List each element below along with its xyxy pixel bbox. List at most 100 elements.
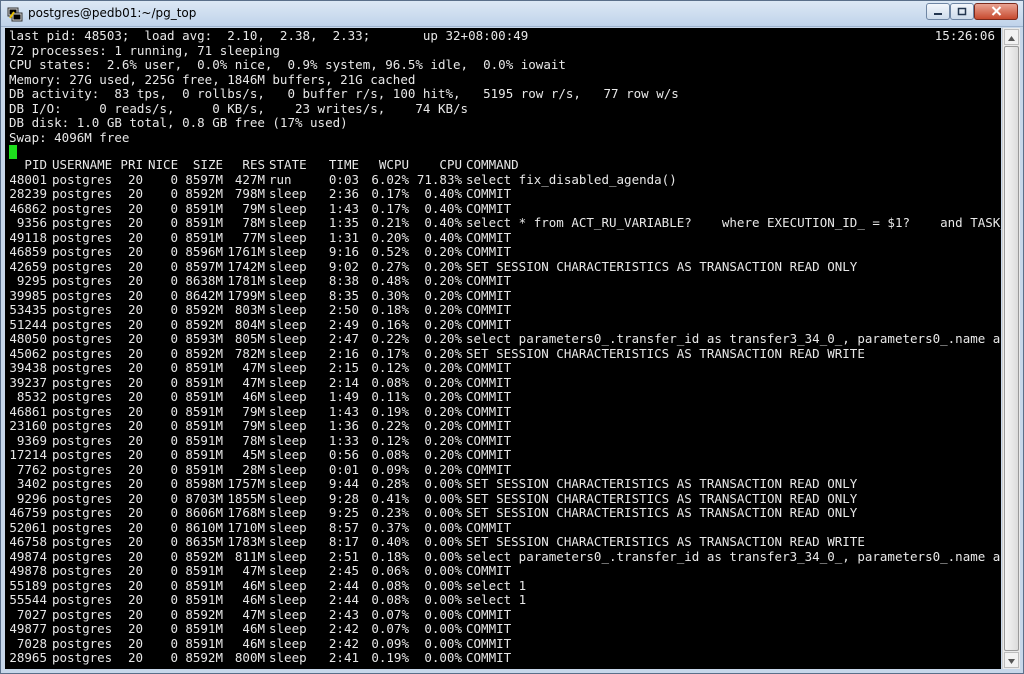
- process-state: sleep: [269, 230, 307, 245]
- process-pid: 8532: [16, 390, 47, 404]
- process-res: 1799M: [227, 288, 265, 303]
- process-command: select 1: [466, 593, 527, 607]
- terminal-screen[interactable]: last pid: 48503; load avg: 2.10, 2.38, 2…: [5, 28, 1001, 669]
- table-row: 53435 postgres 20 0 8592M 803M sleep 2:50 0.18% 0…: [5, 303, 1001, 318]
- process-nice: 0: [170, 404, 178, 419]
- process-res: 1781M: [227, 274, 265, 288]
- maximize-icon: [957, 3, 967, 21]
- process-res: 46M: [242, 390, 265, 404]
- process-time: 1:31: [328, 230, 359, 245]
- minimize-button[interactable]: [926, 3, 950, 20]
- col-command: COMMAND: [466, 158, 519, 172]
- process-pid: 51244: [9, 317, 47, 332]
- process-username: postgres: [52, 288, 113, 303]
- process-wcpu: 0.52%: [371, 245, 409, 259]
- process-state: sleep: [269, 535, 307, 549]
- process-username: postgres: [52, 317, 113, 332]
- scroll-down-button[interactable]: [1004, 652, 1019, 668]
- process-username: postgres: [52, 390, 113, 404]
- process-state: sleep: [269, 491, 307, 506]
- process-nice: 0: [170, 332, 178, 346]
- process-state: sleep: [269, 477, 307, 491]
- process-res: 45M: [242, 448, 265, 462]
- process-time: 0:03: [328, 172, 359, 187]
- process-pri: 20: [127, 491, 143, 506]
- process-pri: 20: [127, 216, 143, 230]
- col-cpu: CPU: [439, 158, 462, 172]
- table-row: 46859 postgres 20 0 8596M 1761M sleep 9:16 0.52%…: [5, 245, 1001, 260]
- close-button[interactable]: [974, 3, 1018, 20]
- process-pid: 49878: [9, 564, 47, 578]
- process-state: sleep: [269, 636, 307, 651]
- process-pid: 39438: [9, 361, 47, 375]
- process-nice: 0: [170, 433, 178, 448]
- process-command: COMMIT: [466, 448, 512, 462]
- process-nice: 0: [170, 303, 178, 317]
- process-state: sleep: [269, 448, 307, 462]
- process-pri: 20: [127, 549, 143, 564]
- process-wcpu: 0.19%: [371, 404, 409, 419]
- process-pid: 28965: [9, 651, 47, 665]
- process-username: postgres: [52, 462, 113, 477]
- process-pri: 20: [127, 230, 143, 245]
- process-state: sleep: [269, 187, 307, 201]
- process-state: run: [269, 172, 292, 187]
- putty-terminal-icon[interactable]: [7, 6, 23, 22]
- process-cpu: 0.20%: [424, 404, 462, 419]
- process-table: PID USERNAME PRI NICE SIZE RES STATE TIM…: [5, 158, 1001, 666]
- process-pid: 42659: [9, 259, 47, 274]
- scroll-up-button[interactable]: [1004, 29, 1019, 45]
- process-size: 8592M: [185, 549, 223, 564]
- process-pri: 20: [127, 593, 143, 607]
- process-wcpu: 0.27%: [371, 259, 409, 274]
- table-row: 28239 postgres 20 0 8592M 798M sleep 2:36 0.17% 0…: [5, 187, 1001, 202]
- vertical-scrollbar[interactable]: [1002, 28, 1020, 669]
- process-pri: 20: [127, 317, 143, 332]
- process-size: 8638M: [185, 274, 223, 288]
- close-icon: [991, 3, 1002, 21]
- process-time: 9:02: [328, 259, 359, 274]
- process-nice: 0: [170, 651, 178, 665]
- process-command: COMMIT: [466, 564, 512, 578]
- maximize-button[interactable]: [950, 3, 974, 20]
- process-username: postgres: [52, 216, 113, 230]
- table-row: 49878 postgres 20 0 8591M 47M sleep 2:45 0.06% 0.…: [5, 564, 1001, 579]
- process-cpu: 0.00%: [424, 477, 462, 491]
- process-state: sleep: [269, 346, 307, 361]
- process-username: postgres: [52, 274, 113, 288]
- process-command: SET SESSION CHARACTERISTICS AS TRANSACTI…: [466, 259, 858, 274]
- process-username: postgres: [52, 172, 113, 187]
- process-time: 2:43: [328, 607, 359, 622]
- table-row: 9356 postgres 20 0 8591M 78M sleep 1:35 0.21% 0.4…: [5, 216, 1001, 231]
- process-size: 8592M: [185, 346, 223, 361]
- table-row: 9296 postgres 20 0 8703M 1855M sleep 9:28 0.41% 0…: [5, 492, 1001, 507]
- process-res: 1757M: [227, 477, 265, 491]
- process-username: postgres: [52, 433, 113, 448]
- process-cpu: 0.00%: [424, 535, 462, 549]
- process-command: SET SESSION CHARACTERISTICS AS TRANSACTI…: [466, 477, 858, 491]
- scroll-thumb[interactable]: [1004, 46, 1019, 651]
- table-row: 17214 postgres 20 0 8591M 45M sleep 0:56 0.08% 0.…: [5, 448, 1001, 463]
- process-command: SET SESSION CHARACTERISTICS AS TRANSACTI…: [466, 491, 858, 506]
- process-state: sleep: [269, 578, 307, 593]
- process-pri: 20: [127, 201, 143, 216]
- process-pri: 20: [127, 274, 143, 288]
- process-state: sleep: [269, 317, 307, 332]
- col-pri: PRI: [120, 158, 143, 172]
- process-wcpu: 0.08%: [371, 375, 409, 390]
- summary-cpu-line: CPU states: 2.6% user, 0.0% nice, 0.9% s…: [9, 57, 566, 72]
- process-wcpu: 0.37%: [371, 520, 409, 535]
- process-state: sleep: [269, 520, 307, 535]
- process-username: postgres: [52, 477, 113, 491]
- process-pri: 20: [127, 651, 143, 665]
- process-nice: 0: [170, 172, 178, 187]
- table-row: 55189 postgres 20 0 8591M 46M sleep 2:44 0.08% 0.…: [5, 579, 1001, 594]
- process-size: 8591M: [185, 578, 223, 593]
- process-state: sleep: [269, 433, 307, 448]
- process-wcpu: 0.08%: [371, 593, 409, 607]
- process-pri: 20: [127, 448, 143, 462]
- title-bar[interactable]: postgres@pedb01:~/pg_top: [1, 1, 1023, 27]
- process-cpu: 0.00%: [424, 622, 462, 636]
- process-pri: 20: [127, 578, 143, 593]
- process-time: 9:44: [328, 477, 359, 491]
